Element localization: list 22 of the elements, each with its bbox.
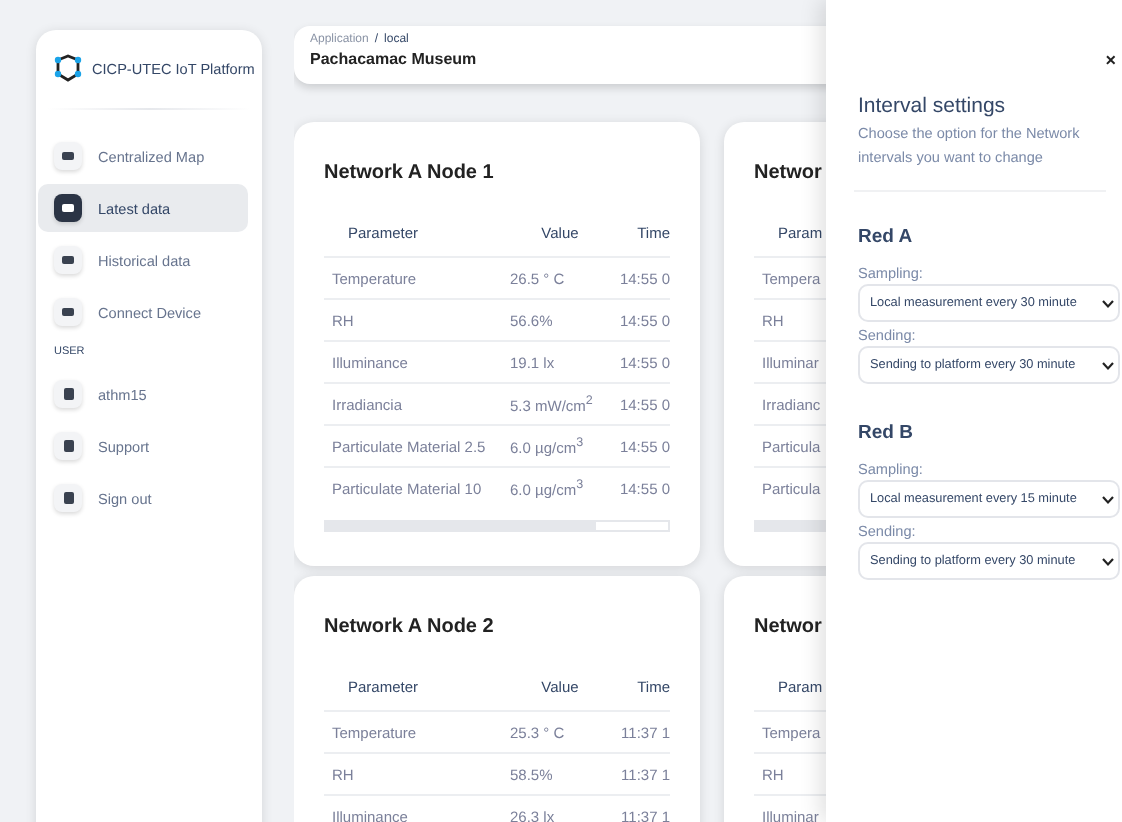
card-title: Networ xyxy=(754,162,824,184)
nav-icon xyxy=(54,432,82,460)
caret-icon xyxy=(1102,557,1114,565)
caret-icon xyxy=(1102,495,1114,503)
nav-icon xyxy=(54,142,82,170)
page-title: Pachacamac Museum xyxy=(310,50,479,68)
nav-icon xyxy=(54,246,82,274)
card-title: Networ xyxy=(754,616,824,638)
caret-icon xyxy=(1102,299,1114,307)
logo-icon xyxy=(52,54,84,82)
nav-icon xyxy=(54,380,82,408)
nav-icon xyxy=(54,194,82,222)
group-heading: Red A xyxy=(858,226,915,248)
nav-icon xyxy=(54,484,82,512)
card-title: Network A Node 1 xyxy=(324,162,496,184)
card-title: Network A Node 2 xyxy=(324,616,496,638)
scrollbar[interactable] xyxy=(324,520,670,532)
close-button[interactable]: × xyxy=(1105,50,1116,70)
group-heading: Red B xyxy=(858,422,915,444)
panel-title: Interval settings xyxy=(858,94,1008,118)
caret-icon xyxy=(1102,361,1114,369)
nav-icon xyxy=(54,298,82,326)
